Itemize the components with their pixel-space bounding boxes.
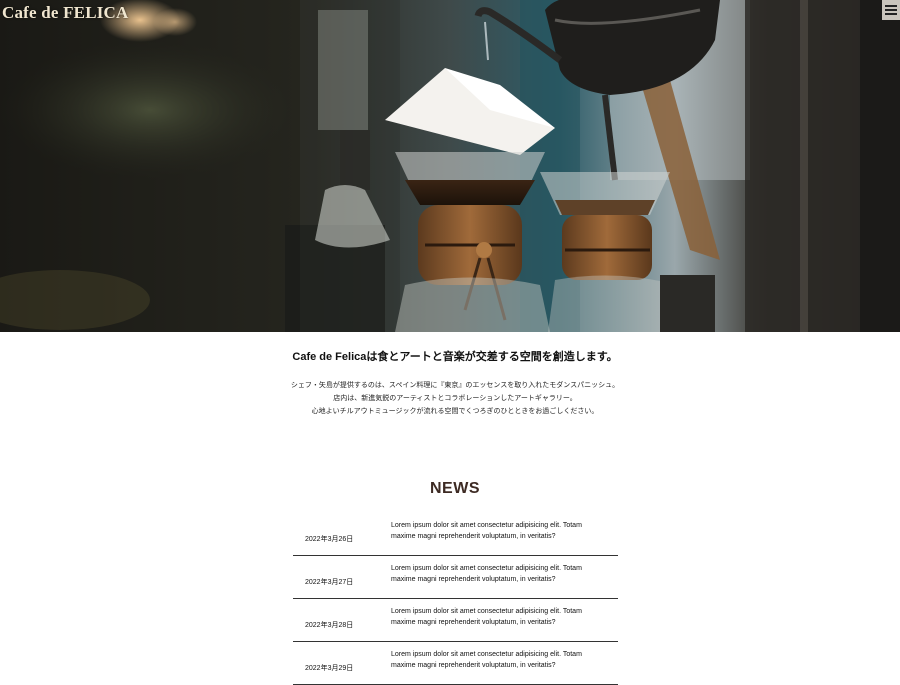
news-section-title: NEWS <box>430 480 480 497</box>
intro-description: シェフ・矢島が提供するのは、スペイン料理に『東京』のエッセンスを取り入れたモダン… <box>0 379 900 418</box>
news-item[interactable]: 2022年3月26日 Lorem ipsum dolor sit amet co… <box>293 513 618 556</box>
news-text[interactable]: Lorem ipsum dolor sit amet consectetur a… <box>391 520 606 542</box>
news-item[interactable]: 2022年3月27日 Lorem ipsum dolor sit amet co… <box>293 556 618 599</box>
news-date: 2022年3月27日 <box>305 579 354 586</box>
coffee-pour-over-photo <box>0 0 900 332</box>
hamburger-menu-icon[interactable] <box>882 0 900 20</box>
menu-bar <box>885 13 897 15</box>
intro-line: シェフ・矢島が提供するのは、スペイン料理に『東京』のエッセンスを取り入れたモダン… <box>290 382 620 389</box>
news-date: 2022年3月29日 <box>305 665 354 672</box>
intro-line: 心地よいチルアウトミュージックが流れる空間でくつろぎのひとときをお過ごしください… <box>311 408 599 415</box>
news-item[interactable]: 2022年3月28日 Lorem ipsum dolor sit amet co… <box>293 599 618 642</box>
news-item[interactable]: 2022年3月29日 Lorem ipsum dolor sit amet co… <box>293 642 618 685</box>
intro-line: 店内は、新進気鋭のアーティストとコラボレーションしたアートギャラリー。 <box>333 395 577 402</box>
news-date: 2022年3月26日 <box>305 536 354 543</box>
menu-bar <box>885 9 897 11</box>
news-text[interactable]: Lorem ipsum dolor sit amet consectetur a… <box>391 606 606 628</box>
news-list: 2022年3月26日 Lorem ipsum dolor sit amet co… <box>293 513 618 685</box>
news-text[interactable]: Lorem ipsum dolor sit amet consectetur a… <box>391 563 606 585</box>
news-date: 2022年3月28日 <box>305 622 354 629</box>
site-logo[interactable]: Cafe de FELICA <box>2 3 129 23</box>
hero-image: Cafe de FELICA <box>0 0 900 332</box>
news-text[interactable]: Lorem ipsum dolor sit amet consectetur a… <box>391 649 606 671</box>
menu-bar <box>885 5 897 7</box>
intro-title: Cafe de Felicaは食とアートと音楽が交差する空間を創造します。 <box>292 351 618 363</box>
